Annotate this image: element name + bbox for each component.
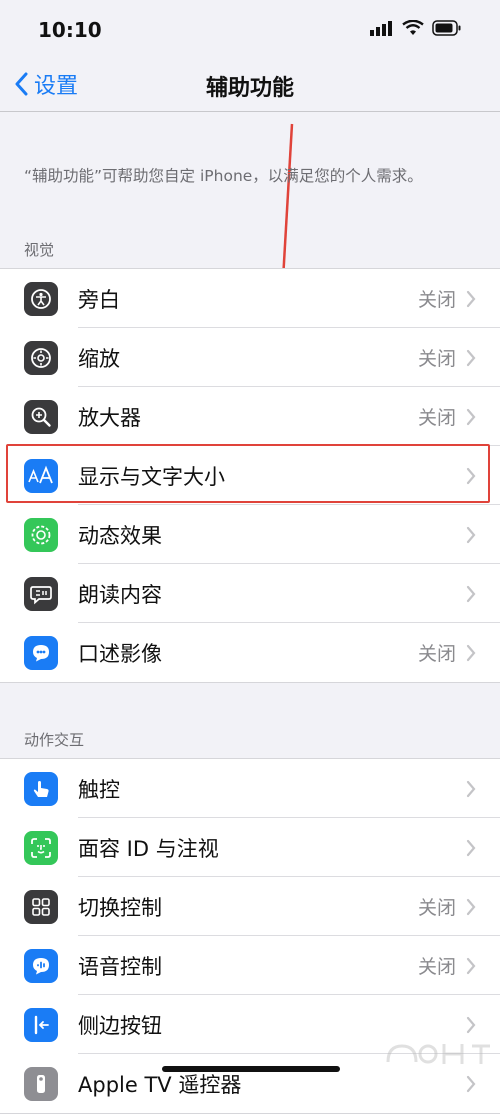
- row-spoken-content[interactable]: 朗读内容: [0, 564, 500, 623]
- chevron-right-icon: [466, 585, 476, 603]
- row-label: 侧边按钮: [78, 1013, 162, 1038]
- apple-tv-remote-icon: [24, 1066, 58, 1101]
- magnifier-icon: [24, 399, 58, 434]
- row-label: 旁白: [78, 287, 120, 312]
- group-vision: 旁白 关闭 缩放 关闭 放大器 关闭 显示与文字大小 动态效果 朗读内容 口述影…: [0, 268, 500, 683]
- row-label: 触控: [78, 777, 120, 802]
- row-value: 关闭: [417, 643, 456, 665]
- zoom-icon: [24, 340, 58, 375]
- row-value: 关闭: [417, 897, 456, 919]
- row-label: 面容 ID 与注视: [78, 836, 219, 861]
- row-value: 关闭: [417, 407, 456, 429]
- row-magnifier[interactable]: 放大器 关闭: [0, 387, 500, 446]
- row-value: 关闭: [417, 289, 456, 311]
- row-zoom[interactable]: 缩放 关闭: [0, 328, 500, 387]
- side-button-icon: [24, 1007, 58, 1042]
- row-switch-control[interactable]: 切换控制 关闭: [0, 877, 500, 936]
- chevron-right-icon: [466, 898, 476, 916]
- row-label: 语音控制: [78, 954, 162, 979]
- row-value: 关闭: [417, 348, 456, 370]
- chevron-right-icon: [466, 957, 476, 975]
- row-label: 朗读内容: [78, 582, 162, 607]
- chevron-right-icon: [466, 1075, 476, 1093]
- row-voice-control[interactable]: 语音控制 关闭: [0, 936, 500, 995]
- chevron-right-icon: [466, 408, 476, 426]
- face-id-icon: [24, 830, 58, 865]
- chevron-right-icon: [466, 839, 476, 857]
- row-motion[interactable]: 动态效果: [0, 505, 500, 564]
- row-audio-descriptions[interactable]: 口述影像 关闭: [0, 623, 500, 682]
- home-indicator[interactable]: [162, 1066, 340, 1072]
- chevron-right-icon: [466, 467, 476, 485]
- row-face-id-attention[interactable]: 面容 ID 与注视: [0, 818, 500, 877]
- row-label: 放大器: [78, 405, 141, 430]
- row-label: 缩放: [78, 346, 120, 371]
- description-text: “辅助功能”可帮助您自定 iPhone，以满足您的个人需求。: [24, 167, 423, 185]
- row-label: Apple TV 遥控器: [78, 1072, 242, 1097]
- chevron-right-icon: [466, 349, 476, 367]
- chevron-right-icon: [466, 644, 476, 662]
- chevron-right-icon: [466, 1016, 476, 1034]
- section-header-vision: 视觉: [24, 241, 55, 259]
- row-label: 显示与文字大小: [78, 464, 225, 489]
- row-voiceover[interactable]: 旁白 关闭: [0, 269, 500, 328]
- section-header-interaction: 动作交互: [24, 731, 85, 749]
- row-label: 口述影像: [78, 641, 162, 666]
- row-label: 切换控制: [78, 895, 162, 920]
- chevron-right-icon: [466, 780, 476, 798]
- voice-control-icon: [24, 948, 58, 983]
- row-touch[interactable]: 触控: [0, 759, 500, 818]
- motion-icon: [24, 517, 58, 552]
- row-label: 动态效果: [78, 523, 162, 548]
- text-size-icon: [24, 458, 58, 493]
- watermark-logo: [386, 1044, 490, 1064]
- switch-control-icon: [24, 889, 58, 924]
- chevron-right-icon: [466, 526, 476, 544]
- row-value: 关闭: [417, 956, 456, 978]
- touch-icon: [24, 771, 58, 806]
- chevron-right-icon: [466, 290, 476, 308]
- voiceover-icon: [24, 281, 58, 316]
- spoken-content-icon: [24, 576, 58, 611]
- audio-description-icon: [24, 635, 58, 670]
- row-display-text-size[interactable]: 显示与文字大小: [0, 446, 500, 505]
